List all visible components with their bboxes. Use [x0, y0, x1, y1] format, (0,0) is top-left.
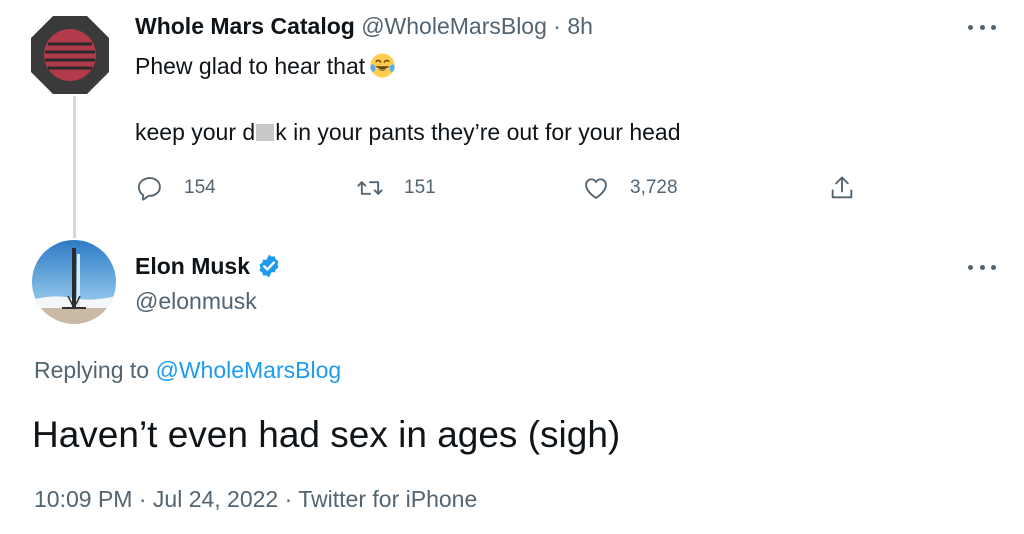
meta-separator: · — [284, 486, 293, 512]
parent-display-name[interactable]: Whole Mars Catalog — [135, 13, 355, 39]
reply-button[interactable]: 154 — [136, 173, 216, 203]
whole-mars-logo-icon — [31, 16, 109, 94]
avatar-elon-musk[interactable] — [32, 240, 116, 324]
retweet-count: 151 — [404, 177, 436, 198]
parent-tweet-age[interactable]: 8h — [567, 13, 593, 39]
main-tweet-text: Haven’t even had sex in ages (sigh) — [32, 414, 621, 455]
replying-to-link[interactable]: @WholeMarsBlog — [155, 357, 341, 383]
share-button[interactable] — [828, 173, 856, 203]
tweet-metadata: 10:09 PM · Jul 24, 2022 · Twitter for iP… — [34, 485, 477, 513]
meta-separator: · — [138, 486, 147, 512]
rocket-launch-photo-icon — [32, 240, 116, 324]
main-display-name[interactable]: Elon Musk — [135, 252, 250, 280]
replying-to-prefix: Replying to — [34, 357, 150, 383]
thread-connector-line — [73, 96, 76, 238]
replying-to-line: Replying to @WholeMarsBlog — [34, 356, 341, 384]
tweet-date[interactable]: Jul 24, 2022 — [153, 486, 278, 512]
verified-badge-icon — [259, 254, 279, 278]
retweet-button[interactable]: 151 — [356, 173, 436, 203]
header-separator: · — [553, 13, 561, 39]
main-handle[interactable]: @elonmusk — [135, 287, 257, 315]
share-icon — [831, 176, 853, 199]
parent-more-options-icon[interactable] — [968, 22, 996, 32]
parent-tweet-text-line1: Phew glad to hear that — [135, 52, 396, 80]
avatar-whole-mars[interactable] — [29, 14, 111, 96]
tweet-source: Twitter for iPhone — [298, 486, 478, 512]
like-count: 3,728 — [630, 177, 678, 198]
parent-tweet-line1-text: Phew glad to hear that — [135, 53, 366, 79]
parent-tweet-line2-end: k in your pants they’re out for your hea… — [275, 119, 681, 145]
main-more-options-icon[interactable] — [968, 262, 996, 272]
main-tweet-author[interactable]: Elon Musk — [135, 252, 282, 280]
censor-block — [256, 124, 275, 141]
face-with-tears-of-joy-emoji — [370, 53, 395, 78]
reply-count: 154 — [184, 177, 216, 198]
heart-icon — [585, 178, 607, 199]
like-button[interactable]: 3,728 — [582, 173, 678, 203]
retweet-icon — [357, 181, 383, 195]
reply-icon — [137, 177, 161, 201]
parent-tweet-line2-start: keep your d — [135, 119, 256, 145]
parent-tweet-header: Whole Mars Catalog @WholeMarsBlog · 8h — [135, 12, 593, 40]
parent-tweet-text-line2: keep your d k in your pants they’re out f… — [135, 118, 681, 146]
tweet-time[interactable]: 10:09 PM — [34, 486, 132, 512]
parent-handle[interactable]: @WholeMarsBlog — [361, 13, 547, 39]
